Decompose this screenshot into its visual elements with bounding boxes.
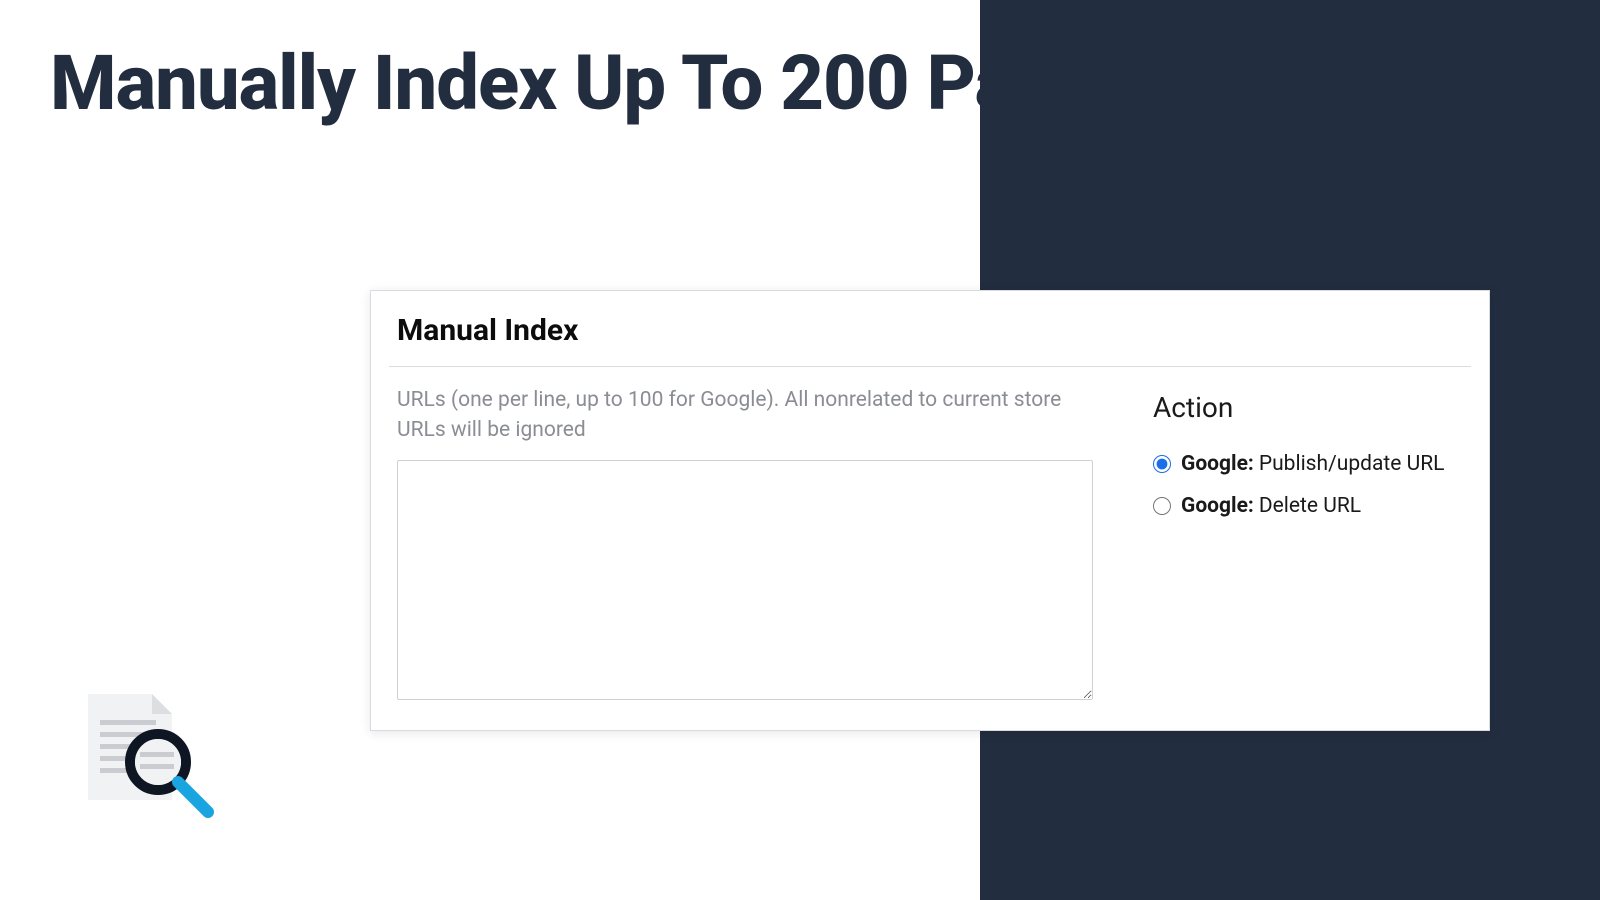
urls-textarea[interactable] xyxy=(397,460,1093,700)
radio-delete-input[interactable] xyxy=(1153,497,1171,515)
radio-option-delete[interactable]: Google: Delete URL xyxy=(1153,494,1463,518)
radio-provider-label: Google: xyxy=(1181,452,1254,476)
page-headline: Manually Index Up To 200 Pages At Once xyxy=(50,40,1417,127)
urls-instructions: URLs (one per line, up to 100 for Google… xyxy=(397,385,1093,446)
manual-index-card: Manual Index URLs (one per line, up to 1… xyxy=(370,290,1490,731)
radio-option-publish[interactable]: Google: Publish/update URL xyxy=(1153,452,1463,476)
action-column: Action Google: Publish/update URL Google… xyxy=(1153,385,1463,704)
card-title: Manual Index xyxy=(371,291,1489,366)
card-body: URLs (one per line, up to 100 for Google… xyxy=(371,385,1489,730)
radio-action-label: Publish/update URL xyxy=(1259,452,1445,476)
divider xyxy=(389,366,1471,367)
document-search-icon xyxy=(80,690,220,840)
action-heading: Action xyxy=(1153,391,1463,424)
radio-action-label: Delete URL xyxy=(1259,494,1361,518)
radio-publish-input[interactable] xyxy=(1153,455,1171,473)
radio-provider-label: Google: xyxy=(1181,494,1254,518)
urls-column: URLs (one per line, up to 100 for Google… xyxy=(397,385,1093,704)
